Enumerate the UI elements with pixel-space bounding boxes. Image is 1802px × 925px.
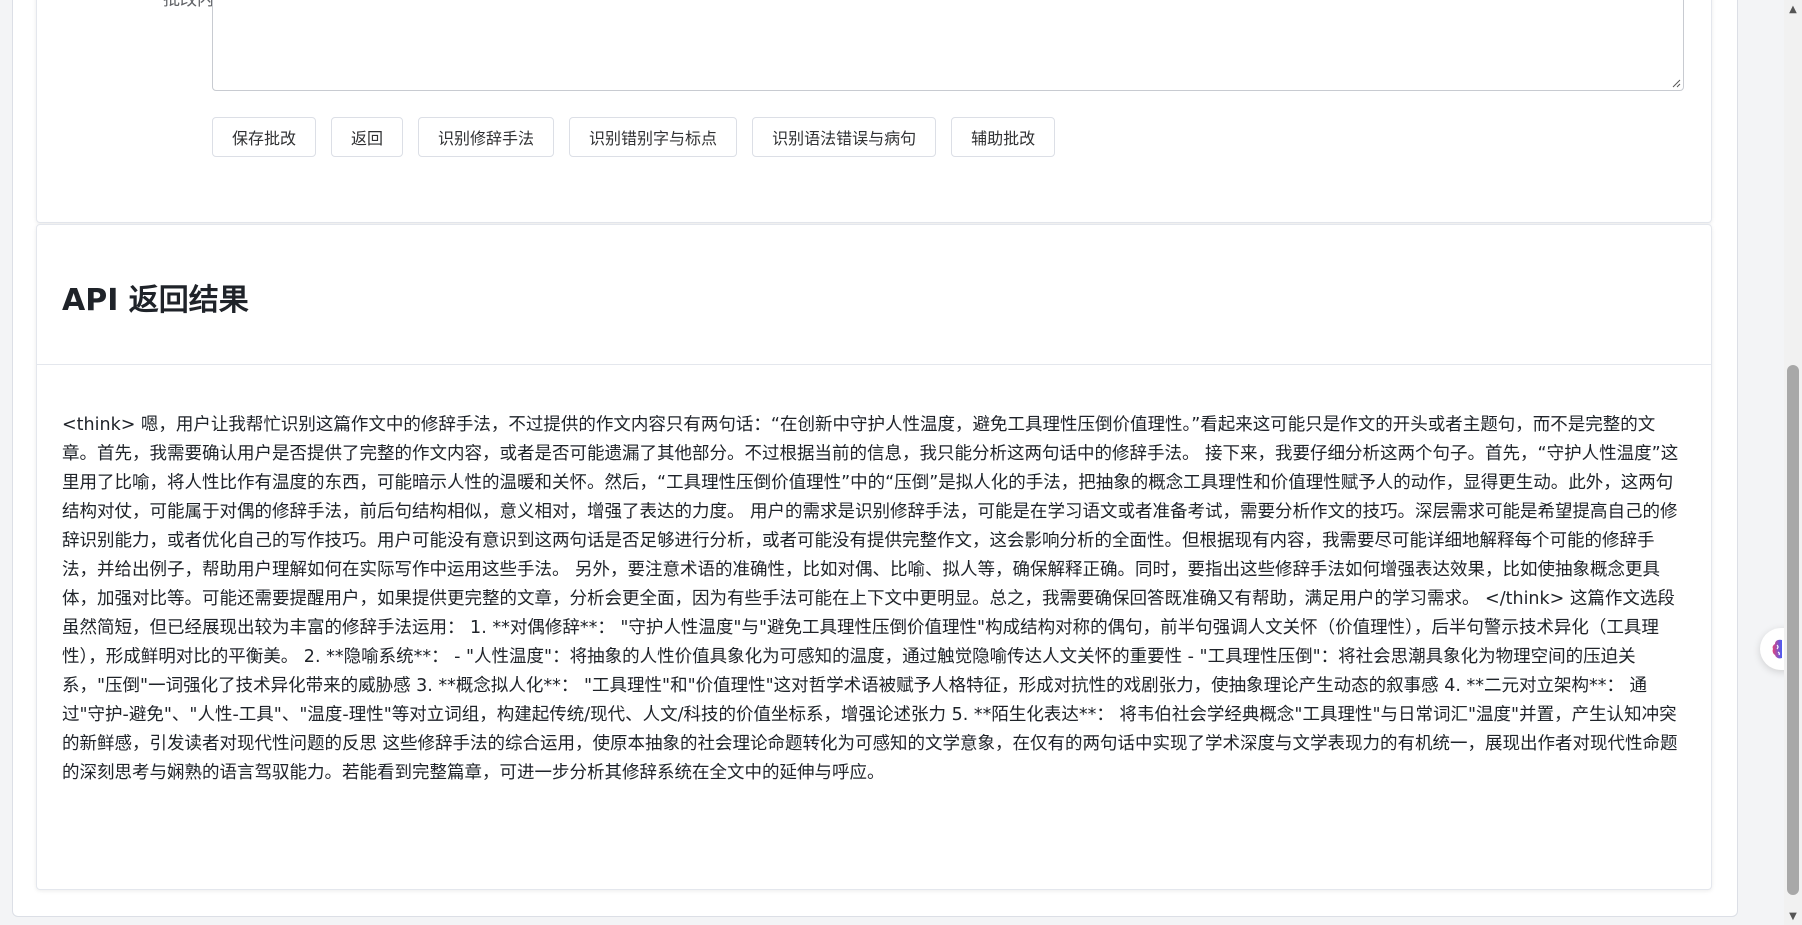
action-button-row: 保存批改 返回 识别修辞手法 识别错别字与标点 识别语法错误与病句 辅助批改 (212, 117, 1056, 157)
api-result-text: <think> 嗯，用户让我帮忙识别这篇作文中的修辞手法，不过提供的作文内容只有… (62, 415, 1679, 783)
page-viewport: 批改内容 保存批改 返回 识别修辞手法 识别错别字与标点 识别语法错误与病句 辅… (0, 0, 1784, 925)
correction-content-textarea[interactable] (212, 0, 1684, 91)
chevron-up-icon[interactable]: ▲ (1784, 0, 1802, 18)
scrollbar-thumb[interactable] (1787, 365, 1799, 895)
identify-grammar-errors-button[interactable]: 识别语法错误与病句 (752, 117, 937, 157)
api-result-divider (37, 364, 1711, 365)
back-button[interactable]: 返回 (331, 117, 404, 157)
assisted-correction-button[interactable]: 辅助批改 (951, 117, 1056, 157)
correction-form-card: 批改内容 保存批改 返回 识别修辞手法 识别错别字与标点 识别语法错误与病句 辅… (36, 0, 1712, 223)
chevron-down-icon[interactable]: ▼ (1784, 907, 1802, 925)
resize-grip-icon[interactable] (1671, 78, 1681, 88)
save-correction-button[interactable]: 保存批改 (212, 117, 317, 157)
identify-rhetoric-button[interactable]: 识别修辞手法 (418, 117, 555, 157)
api-result-title: API 返回结果 (62, 283, 249, 318)
vertical-scrollbar[interactable]: ▲ ▼ (1784, 0, 1802, 925)
identify-typos-punctuation-button[interactable]: 识别错别字与标点 (569, 117, 738, 157)
api-result-card: API 返回结果 <think> 嗯，用户让我帮忙识别这篇作文中的修辞手法，不过… (36, 224, 1712, 890)
